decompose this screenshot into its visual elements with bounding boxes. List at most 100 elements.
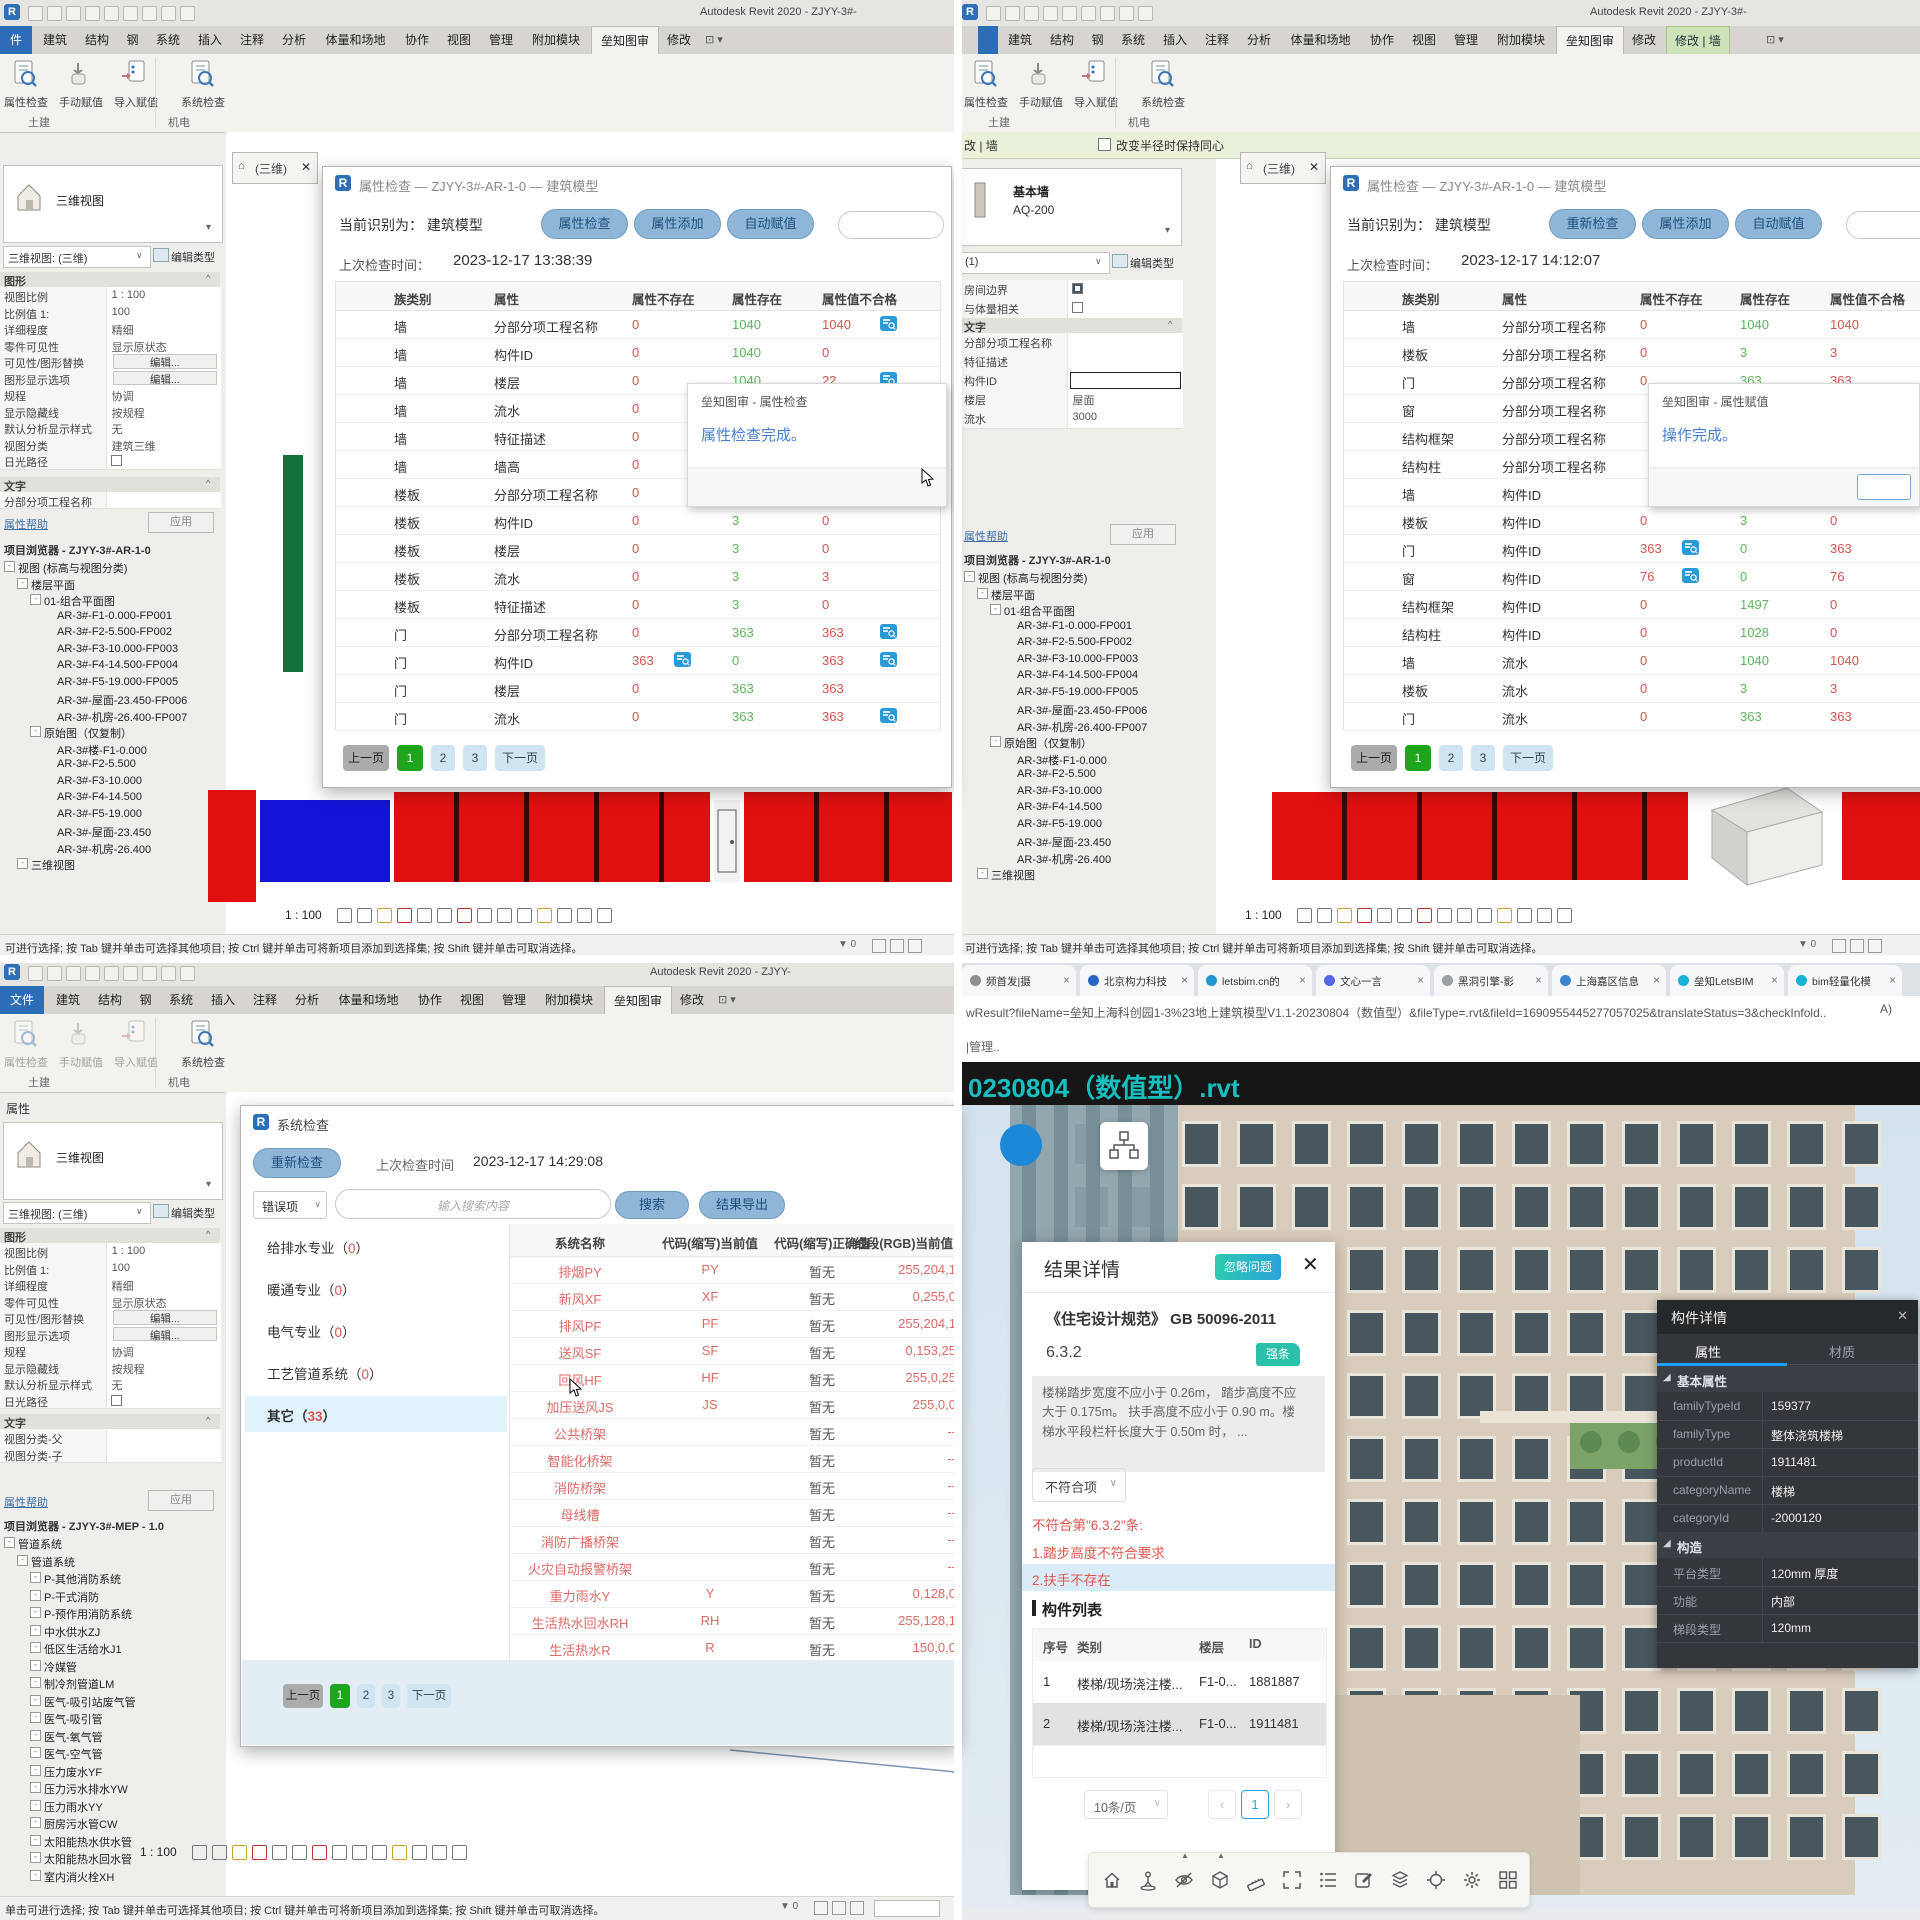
tr-tab-附加模块[interactable]: 附加模块: [1488, 26, 1554, 54]
tl-qat-icon[interactable]: [180, 6, 195, 21]
tr-viewbar-icon[interactable]: [1357, 908, 1372, 923]
tr-prop-checkbox[interactable]: [1072, 302, 1083, 313]
bl-table-row[interactable]: 送风SFSF暂无0,153,25: [510, 1337, 958, 1365]
tl-tree-item[interactable]: AR-3#-机房-26.400-FP007: [0, 709, 226, 726]
bl-prop-value-cell[interactable]: 1 : 100: [106, 1243, 221, 1260]
tl-table-row[interactable]: 墙分部分项工程名称010401040: [336, 310, 940, 339]
measure-icon[interactable]: [1245, 1869, 1267, 1891]
tr-qat-icon[interactable]: [1024, 6, 1039, 21]
tr-tree-item[interactable]: -原始图（仅复制）: [960, 735, 1190, 752]
tr-table-row[interactable]: 结构柱构件ID010280: [1344, 618, 1920, 647]
bl-tree-expand-icon[interactable]: -: [4, 1537, 15, 1548]
tr-tool-prop-check[interactable]: 属性检查: [960, 94, 1012, 110]
bl-qat-icon[interactable]: [28, 966, 43, 981]
tr-view-window-tab[interactable]: ⌂(三维)✕: [1240, 152, 1326, 184]
tr-viewbar-icon[interactable]: [1497, 908, 1512, 923]
tr-table-row[interactable]: 楼板分部分项工程名称033: [1344, 338, 1920, 367]
tl-page-3[interactable]: 3: [463, 745, 487, 771]
bl-edit-button[interactable]: 编辑...: [113, 1310, 217, 1325]
bl-viewbar-icon[interactable]: [392, 1845, 407, 1860]
grid-icon[interactable]: [1497, 1869, 1519, 1891]
tr-tree-item[interactable]: -楼层平面: [960, 587, 1190, 604]
tr-tree-item[interactable]: AR-3#-屋面-23.450: [960, 834, 1190, 851]
tl-tab-管理[interactable]: 管理: [481, 26, 521, 54]
tr-tree-item[interactable]: AR-3#-机房-26.400: [960, 851, 1190, 868]
settings-icon[interactable]: [1461, 1869, 1483, 1891]
tr-qat-icon[interactable]: [1100, 6, 1115, 21]
tl-view-window-tab[interactable]: ⌂(三维)✕: [232, 152, 318, 184]
br-page-size-select[interactable]: 10条/页∨: [1084, 1790, 1168, 1819]
section-icon-expand-caret[interactable]: ▲: [1217, 1851, 1225, 1860]
tr-tree-item[interactable]: AR-3#-F3-10.000: [960, 785, 1190, 802]
bl-page-1[interactable]: 1: [330, 1684, 350, 1708]
tr-table-row[interactable]: 楼板构件ID030: [1344, 506, 1920, 535]
tr-tab-file[interactable]: [978, 26, 998, 54]
tr-qat-icon[interactable]: [1043, 6, 1058, 21]
bl-recheck-button[interactable]: 重新检查: [253, 1148, 341, 1178]
bl-table-row[interactable]: 生活热水回水RHRH暂无255,128,1: [510, 1607, 958, 1635]
bl-tool-prop-check[interactable]: 属性检查: [0, 1054, 52, 1070]
tl-type-selector[interactable]: 三维视图▾: [3, 165, 223, 243]
tr-tab-分析[interactable]: 分析: [1239, 26, 1279, 54]
br-next-page-button[interactable]: ›: [1274, 1790, 1302, 1819]
tr-tool-manual[interactable]: 手动赋值: [1015, 94, 1067, 110]
bl-table-row[interactable]: 母线槽暂无--: [510, 1499, 958, 1527]
bl-apply-button[interactable]: 应用: [148, 1490, 214, 1511]
tr-prop-checkbox[interactable]: [1072, 283, 1083, 294]
bl-qat-icon[interactable]: [142, 966, 157, 981]
tl-prop-value-cell[interactable]: 显示原状态: [106, 337, 221, 354]
bl-viewbar-icon[interactable]: [432, 1845, 447, 1860]
tl-table-row[interactable]: 门楼层0363363: [336, 674, 940, 703]
bl-tree-expand-icon[interactable]: -: [30, 1835, 41, 1846]
br-browser-tab[interactable]: 上海嘉区信息×: [1552, 965, 1666, 996]
bl-qat-icon[interactable]: [104, 966, 119, 981]
bl-tree-expand-icon[interactable]: -: [30, 1625, 41, 1636]
tl-tool-manual[interactable]: 手动赋值: [55, 94, 107, 110]
manual-icon[interactable]: [1025, 58, 1055, 90]
tr-tree-expand-icon[interactable]: -: [977, 868, 988, 879]
tr-page-下一页[interactable]: 下一页: [1503, 745, 1553, 771]
bl-tree-expand-icon[interactable]: -: [30, 1677, 41, 1688]
tl-edit-type-button[interactable]: 编辑类型: [153, 246, 221, 266]
tr-page-2[interactable]: 2: [1439, 745, 1463, 771]
tl-status-icon[interactable]: [908, 939, 922, 953]
tr-search-input[interactable]: [1846, 211, 1920, 239]
bl-filter-dropdown[interactable]: 错误项∨: [253, 1191, 327, 1219]
bl-category-item[interactable]: 工艺管道系统（0）: [245, 1354, 507, 1390]
br-detail-close-icon[interactable]: ✕: [1897, 1308, 1908, 1324]
bl-tab-file[interactable]: 文件: [0, 986, 44, 1014]
tl-tab-file[interactable]: 件: [0, 26, 32, 54]
bl-category-item[interactable]: 给排水专业（0）: [245, 1228, 507, 1264]
tl-viewbar-icon[interactable]: [577, 908, 592, 923]
tl-tree-item[interactable]: AR-3#-F5-19.000-FP005: [0, 676, 226, 693]
tr-page-1[interactable]: 1: [1405, 745, 1431, 771]
bl-collapse-icon[interactable]: ^: [206, 1415, 210, 1425]
tr-status-icon[interactable]: [1850, 939, 1864, 953]
bl-tree-expand-icon[interactable]: -: [30, 1852, 41, 1863]
bl-tab-垒知图审[interactable]: 垒知图审: [604, 986, 672, 1015]
tl-tab-结构[interactable]: 结构: [77, 26, 117, 54]
bl-tree-expand-icon[interactable]: -: [30, 1870, 41, 1881]
tr-qat-icon[interactable]: [1119, 6, 1134, 21]
tl-tree-item[interactable]: AR-3#-F3-10.000: [0, 775, 226, 792]
tl-viewbar-icon[interactable]: [457, 908, 472, 923]
bl-tree-item[interactable]: -压力废水YF: [0, 1764, 226, 1782]
bl-tab-系统[interactable]: 系统: [161, 986, 201, 1014]
tr-tab-系统[interactable]: 系统: [1113, 26, 1153, 54]
tl-tree-expand-icon[interactable]: -: [17, 578, 28, 589]
tl-tab-系统[interactable]: 系统: [148, 26, 188, 54]
tl-prop-value-cell[interactable]: 编辑...: [106, 370, 221, 387]
tr-tab-menu-icon[interactable]: ⊡ ▾: [1766, 33, 1784, 46]
br-structure-tree-button[interactable]: [1100, 1122, 1148, 1170]
tl-button-2[interactable]: 属性添加: [634, 209, 721, 239]
bl-tree-item[interactable]: -管道系统: [0, 1536, 226, 1554]
bl-tree-item[interactable]: -中水供水ZJ: [0, 1624, 226, 1642]
tl-view-invalid-icon[interactable]: [880, 708, 897, 723]
bl-tree-expand-icon[interactable]: -: [30, 1730, 41, 1741]
tr-table-row[interactable]: 门构件ID3630363: [1344, 534, 1920, 563]
fullscreen-icon[interactable]: [1281, 1869, 1303, 1891]
tl-viewbar-icon[interactable]: [337, 908, 352, 923]
tl-table-row[interactable]: 楼板流水033: [336, 562, 940, 591]
br-tab-close-icon[interactable]: ×: [1771, 973, 1778, 987]
tr-prop-value-cell[interactable]: [1067, 371, 1183, 390]
